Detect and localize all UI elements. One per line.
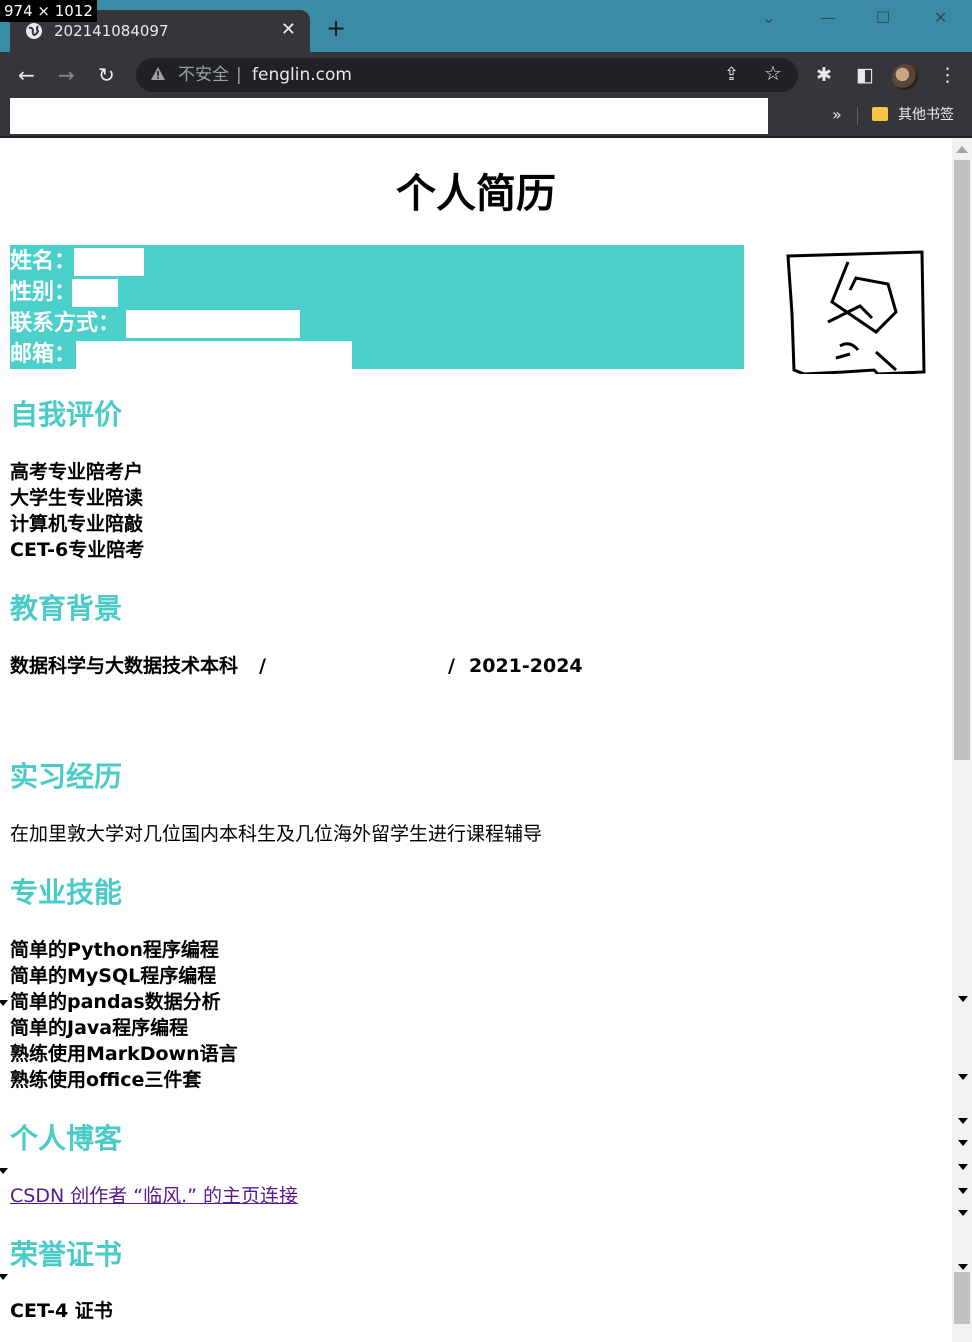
education-slash: / (259, 655, 266, 677)
bookmark-star-icon[interactable]: ☆ (764, 61, 782, 85)
share-icon[interactable]: ⇪ (724, 64, 739, 85)
scroll-down-arrow-icon (958, 1074, 968, 1080)
edge-artifact (0, 1000, 8, 1006)
maximize-button[interactable]: ☐ (876, 8, 890, 27)
honor-item: CET-4 证书 (10, 1300, 113, 1322)
scroll-down-arrow-icon (958, 1164, 968, 1170)
email-value (76, 341, 352, 369)
self-eval-item: 大学生专业陪读 (10, 487, 144, 509)
reload-button[interactable]: ↻ (98, 63, 115, 87)
skill-item: 简单的Python程序编程 (10, 939, 219, 961)
email-label: 邮箱： (10, 342, 77, 367)
scrollbar-thumb-ghost (954, 1272, 970, 1324)
folder-icon (872, 107, 888, 121)
edge-artifact (0, 1168, 8, 1174)
scroll-down-arrow-icon (958, 1188, 968, 1194)
gender-label: 性别： (10, 280, 77, 305)
education-slash: / (448, 655, 455, 677)
heading-skills: 专业技能 (10, 876, 123, 909)
gender-value (72, 279, 118, 307)
scroll-down-arrow-icon (958, 1210, 968, 1216)
name-value (74, 248, 144, 276)
profile-avatar[interactable] (892, 64, 918, 90)
heading-education: 教育背景 (10, 592, 123, 625)
title-bar: 974 × 1012 202141084097 ✕ + ⌄ — ☐ ✕ (0, 0, 972, 52)
browser-toolbar: ← → ↻ 不安全 | fenglin.com ⇪ ☆ ✱ ◧ ⋮ (0, 52, 972, 98)
scrollbar-thumb[interactable] (954, 160, 970, 760)
address-bar[interactable]: 不安全 | fenglin.com ⇪ ☆ (136, 58, 798, 92)
more-bookmarks-button[interactable]: » (832, 105, 842, 124)
dimensions-label: 974 × 1012 (0, 0, 97, 22)
security-label[interactable]: 不安全 (178, 65, 229, 85)
scroll-up-arrow-icon[interactable] (956, 146, 968, 153)
scroll-down-arrow-icon (958, 1264, 968, 1270)
skill-item: 简单的MySQL程序编程 (10, 965, 217, 987)
skill-item: 熟练使用office三件套 (10, 1069, 202, 1091)
tab-close-icon[interactable]: ✕ (281, 20, 296, 40)
self-eval-item: 计算机专业陪敲 (10, 513, 144, 535)
menu-icon[interactable]: ⋮ (938, 64, 957, 86)
skill-item: 简单的Java程序编程 (10, 1017, 189, 1039)
bookmark-bar: » 其他书签 (0, 98, 972, 138)
url-separator: | (236, 65, 242, 85)
back-button[interactable]: ← (18, 63, 35, 87)
other-bookmarks[interactable]: 其他书签 (898, 106, 954, 124)
profile-photo (786, 250, 926, 374)
side-panel-icon[interactable]: ◧ (856, 64, 874, 86)
globe-icon (26, 23, 42, 39)
edge-artifact (0, 1274, 8, 1280)
personal-info-box: 姓名： 性别： 联系方式： 邮箱： (10, 245, 744, 369)
tab-title: 202141084097 (54, 22, 169, 40)
window-close-button[interactable]: ✕ (934, 8, 947, 27)
url-text[interactable]: fenglin.com (252, 65, 352, 85)
scroll-down-arrow-icon (958, 1140, 968, 1146)
heading-self-evaluation: 自我评价 (10, 398, 123, 431)
name-label: 姓名： (10, 249, 77, 274)
self-eval-item: CET-6专业陪考 (10, 539, 145, 561)
forward-button[interactable]: → (58, 63, 75, 87)
new-tab-button[interactable]: + (326, 16, 346, 40)
education-years: 2021-2024 (469, 655, 583, 677)
internship-text: 在加里敦大学对几位国内本科生及几位海外留学生进行课程辅导 (10, 823, 543, 845)
warning-icon[interactable] (150, 66, 166, 82)
heading-honors: 荣誉证书 (10, 1238, 123, 1271)
scroll-down-arrow-icon (958, 1118, 968, 1124)
skill-item: 熟练使用MarkDown语言 (10, 1043, 238, 1065)
page-title: 个人简历 (396, 171, 556, 217)
heading-blog: 个人博客 (10, 1122, 123, 1155)
extensions-icon[interactable]: ✱ (816, 64, 832, 86)
contact-value (126, 310, 300, 338)
education-major: 数据科学与大数据技术本科 (10, 655, 239, 677)
bookmark-divider (857, 107, 858, 125)
tab-search-icon[interactable]: ⌄ (762, 8, 775, 27)
heading-internship: 实习经历 (10, 760, 123, 793)
blog-link[interactable]: CSDN 创作者 “临风.” 的主页连接 (10, 1183, 298, 1209)
self-eval-item: 高考专业陪考户 (10, 461, 144, 483)
contact-label: 联系方式： (10, 311, 121, 336)
skill-item: 简单的pandas数据分析 (10, 991, 221, 1013)
page-content: 个人简历 姓名： 性别： 联系方式： 邮箱： 自我评价 高考专业陪考户 大学生专… (0, 138, 952, 1342)
scroll-down-arrow-icon[interactable] (958, 996, 968, 1002)
minimize-button[interactable]: — (820, 8, 836, 27)
bookmark-area (10, 98, 768, 134)
